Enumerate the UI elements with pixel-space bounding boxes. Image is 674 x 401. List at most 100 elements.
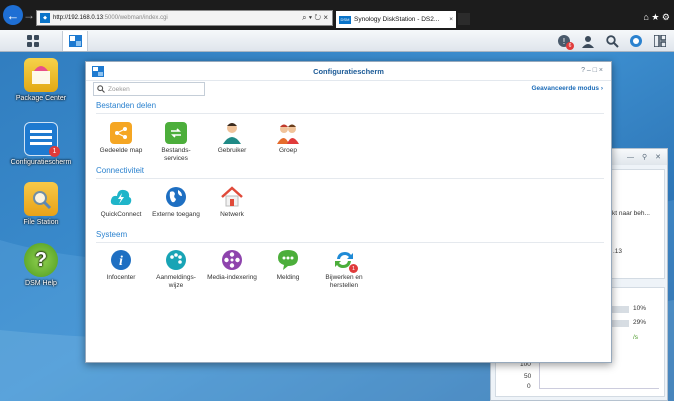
item-group[interactable]: Groep bbox=[263, 122, 313, 155]
window-title: Configuratiescherm bbox=[313, 66, 384, 76]
palette-icon bbox=[165, 249, 187, 271]
help-icon: ? bbox=[24, 243, 58, 277]
ram-bar bbox=[609, 320, 629, 327]
svg-text:i: i bbox=[119, 254, 123, 269]
browser-tab[interactable]: DSM Synology DiskStation - DS2... × bbox=[336, 11, 456, 28]
user-icon bbox=[221, 122, 243, 144]
address-tools[interactable]: ⌕ ▾ ↻ × bbox=[302, 13, 332, 23]
browser-toolbar: ← → ◆ http://192.168.0.13 :5000/webman/i… bbox=[0, 0, 674, 30]
close-icon[interactable]: ✕ bbox=[655, 153, 661, 161]
item-label: QuickConnect bbox=[100, 211, 142, 218]
desktop-icon-label: Package Center bbox=[15, 95, 67, 102]
item-media-indexing[interactable]: Media-indexering bbox=[207, 249, 257, 282]
network-chart bbox=[539, 359, 659, 389]
item-label: Externe toegang bbox=[152, 211, 200, 218]
control-panel-icon bbox=[68, 35, 82, 47]
cpu-percent: 10% bbox=[633, 305, 647, 312]
house-icon bbox=[221, 186, 243, 208]
control-panel-icon: 1 bbox=[24, 122, 60, 157]
refresh-icon: 1 bbox=[333, 249, 358, 273]
taskbar-right-icons: ! 6 bbox=[556, 32, 668, 50]
item-label: Netwerk bbox=[220, 211, 244, 218]
widget-text: kt naar beh... bbox=[612, 210, 650, 217]
chart-axis-label: 50 bbox=[524, 373, 532, 380]
item-external-access[interactable]: Externe toegang bbox=[151, 186, 201, 219]
widgets-icon bbox=[654, 35, 666, 47]
update-badge: 1 bbox=[349, 264, 358, 273]
synology-favicon-icon: DSM bbox=[339, 15, 351, 24]
item-label: Bijwerken en herstellen bbox=[325, 274, 363, 289]
item-quickconnect[interactable]: QuickConnect bbox=[96, 186, 146, 219]
item-network[interactable]: Netwerk bbox=[207, 186, 257, 219]
control-panel-icon bbox=[92, 66, 104, 77]
quickconnect-icon bbox=[110, 186, 132, 208]
section-title: Systeem bbox=[96, 230, 128, 239]
item-label: Aanmeldings-wijze bbox=[156, 274, 196, 289]
shared-folder-icon bbox=[110, 122, 132, 144]
forward-button[interactable]: → bbox=[22, 8, 36, 22]
item-update-restore[interactable]: 1 Bijwerken en herstellen bbox=[319, 249, 369, 290]
window-title-bar[interactable]: Configuratiescherm ? – □ × bbox=[86, 62, 611, 81]
user-icon bbox=[582, 35, 594, 48]
package-center-icon bbox=[24, 58, 58, 92]
user-button[interactable] bbox=[580, 33, 596, 49]
pin-icon[interactable]: ⚲ bbox=[642, 153, 647, 161]
item-label: Gebruiker bbox=[217, 147, 247, 154]
item-shared-folder[interactable]: Gedeelde map bbox=[96, 122, 146, 155]
tab-close-icon[interactable]: × bbox=[449, 16, 456, 23]
item-file-services[interactable]: Bestands-services bbox=[151, 122, 201, 163]
notification-badge: 6 bbox=[566, 42, 574, 50]
desktop-icon-package-center[interactable]: Package Center bbox=[6, 58, 76, 102]
desktop-icon-file-station[interactable]: File Station bbox=[6, 182, 76, 226]
item-login-style[interactable]: Aanmeldings-wijze bbox=[151, 249, 201, 290]
ram-percent: 29% bbox=[633, 319, 647, 326]
item-label: Bestands-services bbox=[161, 147, 191, 162]
item-label: Infocenter bbox=[106, 274, 136, 281]
item-label: Groep bbox=[278, 147, 298, 154]
item-label: Media-indexering bbox=[207, 274, 257, 281]
notifications-button[interactable]: ! 6 bbox=[556, 33, 574, 50]
search-input[interactable]: Zoeken bbox=[93, 82, 205, 96]
options-button[interactable] bbox=[628, 33, 644, 49]
main-menu-button[interactable] bbox=[22, 31, 44, 51]
browser-right-icons[interactable]: ⌂ ★ ⚙ bbox=[643, 12, 670, 23]
url-path: :5000/webman/index.cgi bbox=[103, 15, 168, 21]
back-button[interactable]: ← bbox=[3, 5, 23, 25]
site-favicon-icon: ◆ bbox=[40, 13, 50, 23]
desktop-icon-label: DSM Help bbox=[25, 280, 57, 287]
cpu-bar bbox=[609, 306, 629, 313]
minimize-icon[interactable]: — bbox=[627, 154, 634, 161]
window-controls[interactable]: ? – □ × bbox=[581, 67, 603, 74]
search-button[interactable] bbox=[604, 33, 620, 49]
item-label: Gedeelde map bbox=[99, 147, 143, 154]
desktop-icon-label: Configuratiescherm bbox=[10, 159, 72, 166]
chart-axis-label: 0 bbox=[527, 383, 531, 390]
new-tab-button[interactable] bbox=[458, 13, 470, 25]
chat-bubble-icon bbox=[277, 249, 299, 271]
film-reel-icon bbox=[221, 249, 243, 271]
desktop-icon-control-panel[interactable]: 1 Configuratiescherm bbox=[6, 122, 76, 166]
info-icon: i bbox=[110, 249, 132, 271]
widgets-button[interactable] bbox=[652, 33, 668, 49]
control-panel-window: Configuratiescherm ? – □ × Zoeken Geavan… bbox=[85, 61, 612, 363]
control-panel-badge: 1 bbox=[49, 146, 60, 157]
search-placeholder: Zoeken bbox=[108, 85, 130, 93]
taskbar-control-panel-button[interactable] bbox=[62, 31, 88, 51]
desktop-icon-dsm-help[interactable]: ? DSM Help bbox=[6, 243, 76, 287]
advanced-mode-link[interactable]: Geavanceerde modus › bbox=[531, 85, 603, 92]
section-title: Connectiviteit bbox=[96, 166, 145, 175]
url-host: http://192.168.0.13 bbox=[53, 15, 104, 21]
item-notification[interactable]: Melding bbox=[263, 249, 313, 282]
widget-text: .13 bbox=[613, 248, 623, 255]
tab-title: Synology DiskStation - DS2... bbox=[354, 16, 440, 23]
network-speed: /s bbox=[633, 334, 639, 341]
desktop-icon-label: File Station bbox=[23, 219, 59, 226]
item-infocenter[interactable]: i Infocenter bbox=[96, 249, 146, 282]
file-services-icon bbox=[165, 122, 187, 144]
section-divider bbox=[96, 113, 604, 114]
item-user[interactable]: Gebruiker bbox=[207, 122, 257, 155]
globe-icon bbox=[165, 186, 187, 208]
address-bar[interactable]: ◆ http://192.168.0.13 :5000/webman/index… bbox=[36, 10, 333, 26]
group-icon bbox=[277, 122, 299, 144]
file-station-icon bbox=[24, 182, 58, 216]
